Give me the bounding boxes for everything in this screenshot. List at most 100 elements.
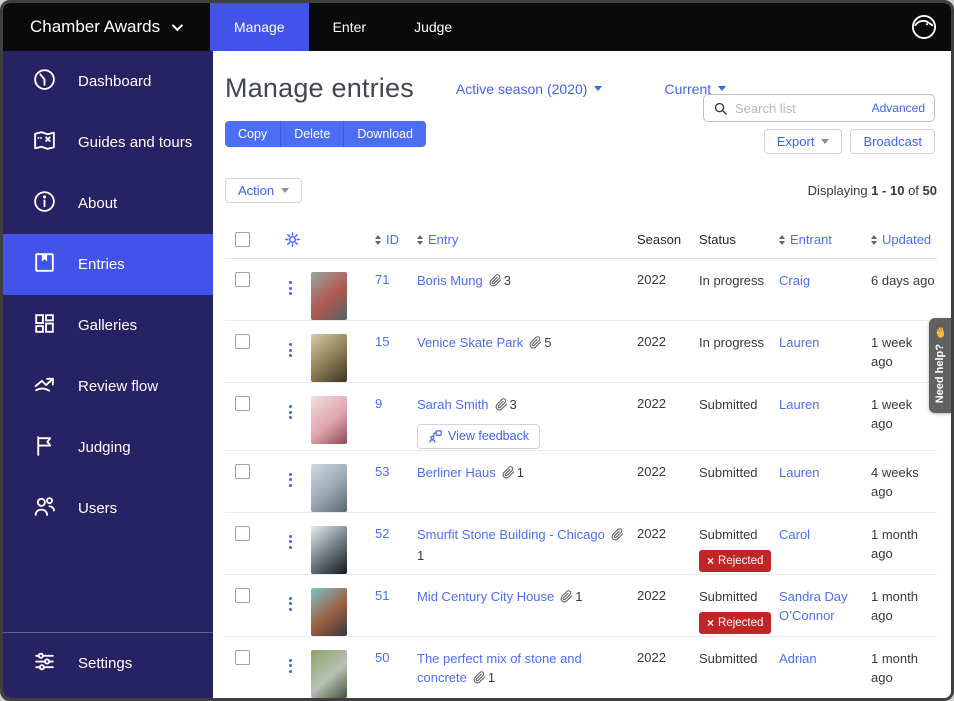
entry-id-link[interactable]: 71 <box>375 272 389 287</box>
entry-id-link[interactable]: 52 <box>375 526 389 541</box>
row-menu-kebab-icon[interactable] <box>283 471 298 489</box>
entry-title-link[interactable]: Berliner Haus <box>417 465 496 480</box>
entry-id-link[interactable]: 51 <box>375 588 389 603</box>
action-button[interactable]: Action <box>225 178 303 203</box>
main-content: Manage entries Active season (2020) Curr… <box>213 51 951 698</box>
entry-title-link[interactable]: Venice Skate Park <box>417 335 523 350</box>
table-row: 71 Boris Mung 3 2022 In progress Craig 6 … <box>225 259 937 321</box>
row-checkbox[interactable] <box>235 334 250 349</box>
row-menu-kebab-icon[interactable] <box>283 657 298 675</box>
brand-menu[interactable]: Chamber Awards <box>3 3 210 51</box>
entrant-link[interactable]: Lauren <box>779 335 819 350</box>
column-settings-gear-icon[interactable] <box>284 231 301 248</box>
sidebar-item-entries[interactable]: Entries <box>3 234 213 295</box>
search-input[interactable] <box>735 100 865 116</box>
status-cell: Submitted <box>699 451 779 482</box>
status-label: Submitted <box>699 464 758 480</box>
entry-title-link[interactable]: Smurfit Stone Building - Chicago <box>417 527 605 542</box>
row-menu-kebab-icon[interactable] <box>283 595 298 613</box>
caret-down-icon <box>821 139 830 144</box>
status-label: In progress <box>699 273 765 288</box>
entrant-link[interactable]: Lauren <box>779 397 819 412</box>
sidebar-item-review-flow[interactable]: Review flow <box>3 356 213 417</box>
row-menu-kebab-icon[interactable] <box>283 533 298 551</box>
season-cell: 2022 <box>637 587 666 603</box>
entrant-link[interactable]: Lauren <box>779 465 819 480</box>
updated-cell: 1 month ago <box>871 650 918 685</box>
status-label: Submitted <box>699 526 758 542</box>
entry-id-link[interactable]: 15 <box>375 334 389 349</box>
tab-enter[interactable]: Enter <box>309 3 390 51</box>
row-checkbox[interactable] <box>235 649 250 665</box>
entry-thumbnail[interactable] <box>311 334 347 382</box>
sidebar-item-about[interactable]: About <box>3 173 213 234</box>
entry-thumbnail[interactable] <box>311 396 347 444</box>
delete-button[interactable]: Delete <box>281 121 345 147</box>
table-header: ID Entry Season Status Entrant Updated <box>225 221 937 259</box>
column-header-entry[interactable]: Entry <box>417 232 637 247</box>
rejected-badge: × Rejected <box>699 549 772 572</box>
sidebar-item-galleries[interactable]: Galleries <box>3 295 213 356</box>
view-feedback-button[interactable]: View feedback <box>417 423 541 449</box>
entrant-link[interactable]: Craig <box>779 273 810 288</box>
download-button[interactable]: Download <box>344 121 426 147</box>
tab-manage[interactable]: Manage <box>210 3 309 51</box>
need-help-tab[interactable]: Need help? <box>929 318 951 414</box>
attachment-count: 3 <box>503 273 511 288</box>
advanced-search-link[interactable]: Advanced <box>872 101 925 115</box>
entry-thumbnail[interactable] <box>311 587 347 636</box>
row-checkbox[interactable] <box>235 587 250 603</box>
attachment-count: 1 <box>516 464 524 480</box>
column-header-id[interactable]: ID <box>375 232 417 247</box>
entry-thumbnail[interactable] <box>311 649 347 698</box>
entry-title-link[interactable]: Sarah Smith <box>417 397 489 412</box>
column-header-entrant[interactable]: Entrant <box>779 232 871 247</box>
entry-id-link[interactable]: 9 <box>375 396 382 411</box>
entry-thumbnail[interactable] <box>311 272 347 320</box>
status-label: Submitted <box>699 588 758 604</box>
entry-id-link[interactable]: 50 <box>375 650 389 665</box>
tab-judge[interactable]: Judge <box>390 3 476 51</box>
select-all-checkbox[interactable] <box>235 232 250 247</box>
top-tabs: Manage Enter Judge <box>210 3 476 51</box>
map-icon <box>32 128 57 157</box>
row-menu-kebab-icon[interactable] <box>283 341 298 359</box>
attachment-count: 5 <box>544 335 552 350</box>
sidebar-item-users[interactable]: Users <box>3 478 213 539</box>
entrant-link[interactable]: Sandra Day O’Connor <box>779 589 848 623</box>
status-cell: In progress <box>699 321 779 352</box>
entrant-link[interactable]: Carol <box>779 527 810 542</box>
row-menu-kebab-icon[interactable] <box>283 403 298 421</box>
entry-thumbnail[interactable] <box>311 525 347 574</box>
export-button[interactable]: Export <box>763 129 843 154</box>
table-row: 9 Sarah Smith 3 View feedback 2022 Submit… <box>225 383 937 451</box>
entry-id-link[interactable]: 53 <box>375 464 389 479</box>
flag-icon <box>32 433 57 462</box>
table-row: 50 The perfect mix of stone and concrete… <box>225 637 937 698</box>
account-avatar-icon[interactable] <box>910 13 938 41</box>
need-help-label: Need help? <box>934 344 946 404</box>
entrant-link[interactable]: Adrian <box>779 651 817 666</box>
entry-title-link[interactable]: The perfect mix of stone and concrete <box>417 651 582 685</box>
sidebar-item-judging[interactable]: Judging <box>3 417 213 478</box>
row-checkbox[interactable] <box>235 463 250 479</box>
entry-title-link[interactable]: Mid Century City House <box>417 589 554 604</box>
copy-button[interactable]: Copy <box>225 121 282 147</box>
column-header-updated[interactable]: Updated <box>871 232 937 247</box>
row-checkbox[interactable] <box>235 396 250 411</box>
sort-icon <box>779 234 785 245</box>
sidebar-item-dashboard[interactable]: Dashboard <box>3 51 213 112</box>
season-selector[interactable]: Active season (2020) <box>456 81 603 97</box>
entry-thumbnail[interactable] <box>311 463 347 512</box>
row-menu-kebab-icon[interactable] <box>283 279 298 297</box>
sidebar-item-settings[interactable]: Settings <box>3 633 213 694</box>
rejected-badge-label: Rejected <box>718 554 764 567</box>
sidebar-item-guides-and-tours[interactable]: Guides and tours <box>3 112 213 173</box>
broadcast-button[interactable]: Broadcast <box>850 129 935 154</box>
grid-icon <box>32 311 57 340</box>
row-checkbox[interactable] <box>235 525 250 541</box>
status-cell: Submitted × Rejected <box>699 575 779 634</box>
row-checkbox[interactable] <box>235 272 250 287</box>
entry-title-link[interactable]: Boris Mung <box>417 273 483 288</box>
table-body: 71 Boris Mung 3 2022 In progress Craig 6 … <box>225 259 937 698</box>
